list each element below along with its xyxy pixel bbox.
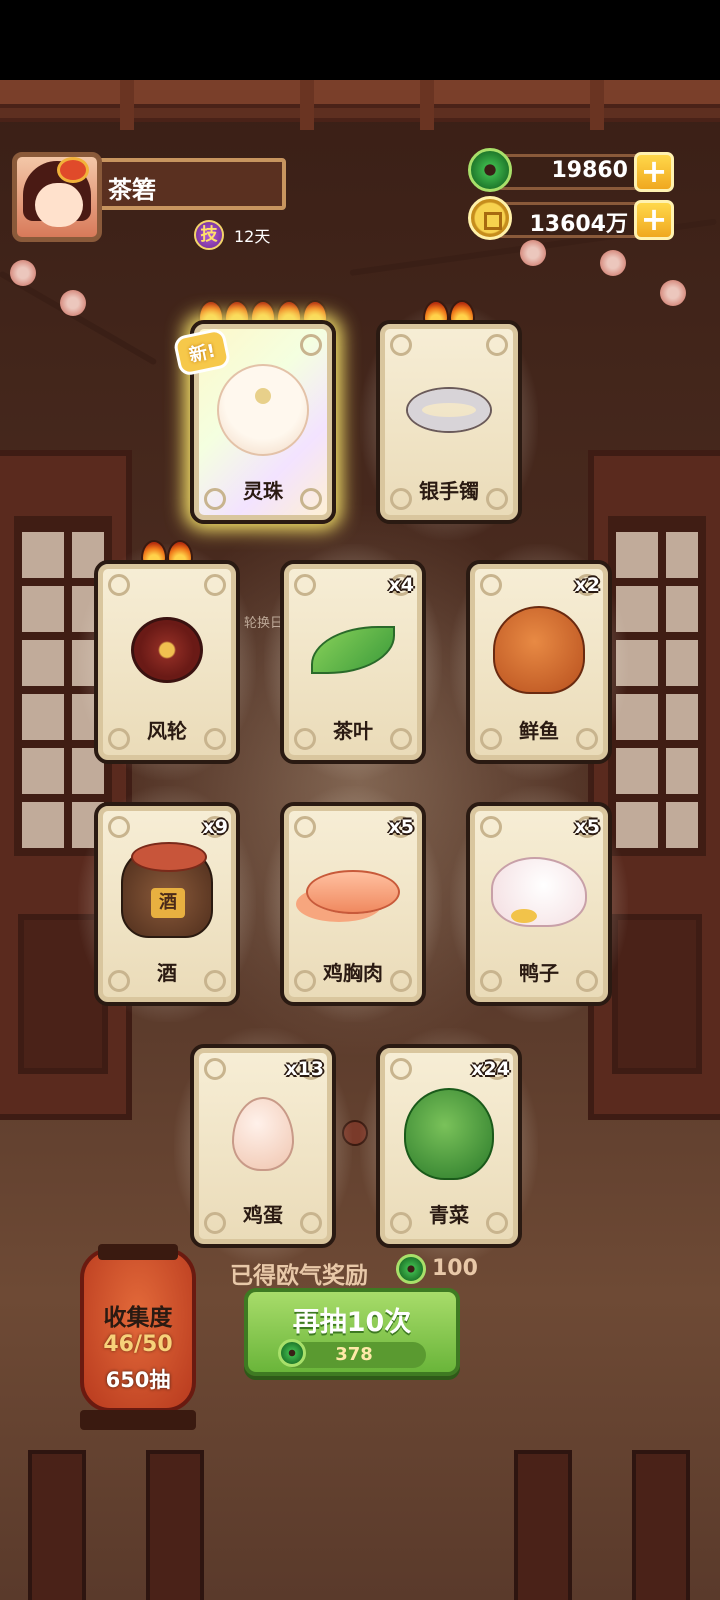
reward-card[interactable]: x24 青菜 [360, 1028, 538, 1264]
skill-badge-icon: 技 [194, 220, 224, 250]
duck-icon [491, 857, 587, 928]
reward-text: 已得欧气奖励 [230, 1263, 368, 1289]
skill-days: 12天 [234, 227, 271, 246]
blossom [520, 240, 546, 266]
add-coin-button[interactable]: + [634, 200, 674, 240]
reward-value: 100 [432, 1256, 478, 1281]
ceiling-beam-lower [0, 108, 720, 122]
jar-label: 酒 [151, 888, 185, 919]
reward-card[interactable]: x5 鸭子 [450, 786, 628, 1022]
card-count: x9 [202, 816, 228, 838]
draw-cost: 378 [278, 1339, 426, 1368]
silver-bracelet-icon [408, 389, 490, 432]
reward-card[interactable]: 灵珠 新! [172, 300, 336, 524]
rafter [300, 80, 314, 130]
card-label: 风轮 [147, 719, 187, 743]
reward-card[interactable]: x9 酒 酒 [78, 786, 256, 1022]
spirit-pearl-icon [217, 364, 309, 457]
card-count: x2 [574, 574, 600, 596]
player-name-plate: 茶箬 [98, 158, 286, 210]
player-avatar[interactable] [12, 152, 102, 242]
jade-icon [468, 148, 512, 192]
player-name: 茶箬 [108, 176, 156, 204]
coin-icon [468, 196, 512, 240]
card-label: 鲜鱼 [519, 719, 559, 743]
collection-progress: 46/50 [103, 1332, 173, 1357]
card-label: 灵珠 [243, 479, 283, 503]
wine-jar-icon: 酒 [121, 842, 213, 939]
game-scene: 茶箬 技 12天 19860 + 13604万 + 灵珠 新! 银手镯 轮换日历… [0, 80, 720, 1600]
fish-icon [493, 606, 585, 695]
collection-draws: 650抽 [105, 1368, 171, 1392]
greens-icon [404, 1088, 494, 1181]
jade-icon [396, 1254, 426, 1284]
ceiling-beam [0, 80, 720, 108]
reward-card[interactable]: 风轮 [78, 540, 256, 780]
coin-currency: 13604万 + [468, 196, 676, 240]
card-count: x24 [471, 1058, 510, 1080]
card-label: 鸡胸肉 [323, 961, 383, 985]
floor-post [514, 1450, 572, 1600]
draw-again-button[interactable]: 再抽10次 378 [244, 1288, 460, 1376]
reward-card[interactable]: 银手镯 [360, 300, 538, 540]
collection-title: 收集度 [103, 1305, 173, 1331]
chicken-breast-icon [306, 870, 400, 915]
blossom [660, 280, 686, 306]
skill-status[interactable]: 技 12天 [194, 220, 270, 250]
reward-card[interactable]: x5 鸡胸肉 [264, 786, 442, 1022]
card-count: x5 [388, 816, 414, 838]
card-label: 银手镯 [419, 479, 479, 503]
draw-cost-value: 378 [335, 1344, 373, 1365]
card-count: x5 [574, 816, 600, 838]
rafter [590, 80, 604, 130]
card-count: x4 [388, 574, 414, 596]
wind-wheel-icon [131, 617, 203, 684]
card-label: 茶叶 [333, 719, 373, 743]
card-label: 青菜 [429, 1203, 469, 1227]
floor-post [28, 1450, 86, 1600]
rafter [420, 80, 434, 130]
card-count: x13 [285, 1058, 324, 1080]
blossom [600, 250, 626, 276]
blossom [60, 290, 86, 316]
floor-post [146, 1450, 204, 1600]
add-jade-button[interactable]: + [634, 152, 674, 192]
card-label: 鸡蛋 [243, 1203, 283, 1227]
floor-post [632, 1450, 690, 1600]
tea-leaf-icon [311, 626, 395, 675]
reward-card[interactable]: x2 鲜鱼 [450, 544, 628, 780]
jade-amount: 19860 [551, 158, 628, 183]
rafter [120, 80, 134, 130]
reward-card[interactable]: x13 鸡蛋 [174, 1028, 352, 1264]
card-label: 鸭子 [519, 961, 559, 985]
egg-icon [232, 1097, 294, 1172]
coin-amount: 13604万 [529, 212, 628, 237]
blossom [10, 260, 36, 286]
jade-currency: 19860 + [468, 148, 676, 192]
reward-card[interactable]: x4 茶叶 [264, 544, 442, 780]
card-label: 酒 [157, 961, 177, 985]
draw-again-label: 再抽10次 [292, 1307, 412, 1338]
status-bar [0, 0, 720, 80]
collection-lantern[interactable]: 收集度 46/50 650抽 [80, 1244, 196, 1430]
